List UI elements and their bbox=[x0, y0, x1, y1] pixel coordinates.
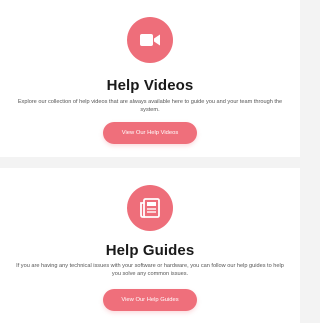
help-videos-description: Explore our collection of help videos th… bbox=[17, 99, 283, 113]
view-help-guides-button[interactable]: View Our Help Guides bbox=[103, 289, 197, 311]
view-help-videos-button[interactable]: View Our Help Videos bbox=[103, 122, 197, 144]
video-camera-icon bbox=[140, 34, 160, 46]
help-guides-description: If you are having any technical issues w… bbox=[16, 263, 284, 277]
newspaper-icon bbox=[140, 198, 160, 218]
help-guides-title: Help Guides bbox=[105, 242, 195, 259]
help-guides-card: Help Guides If you are having any techni… bbox=[0, 168, 300, 323]
help-videos-title: Help Videos bbox=[106, 77, 194, 94]
help-guides-icon-badge bbox=[127, 185, 173, 231]
help-videos-card: Help Videos Explore our collection of he… bbox=[0, 0, 300, 157]
help-page: Help Videos Explore our collection of he… bbox=[0, 0, 300, 323]
help-videos-icon-badge bbox=[127, 17, 173, 63]
